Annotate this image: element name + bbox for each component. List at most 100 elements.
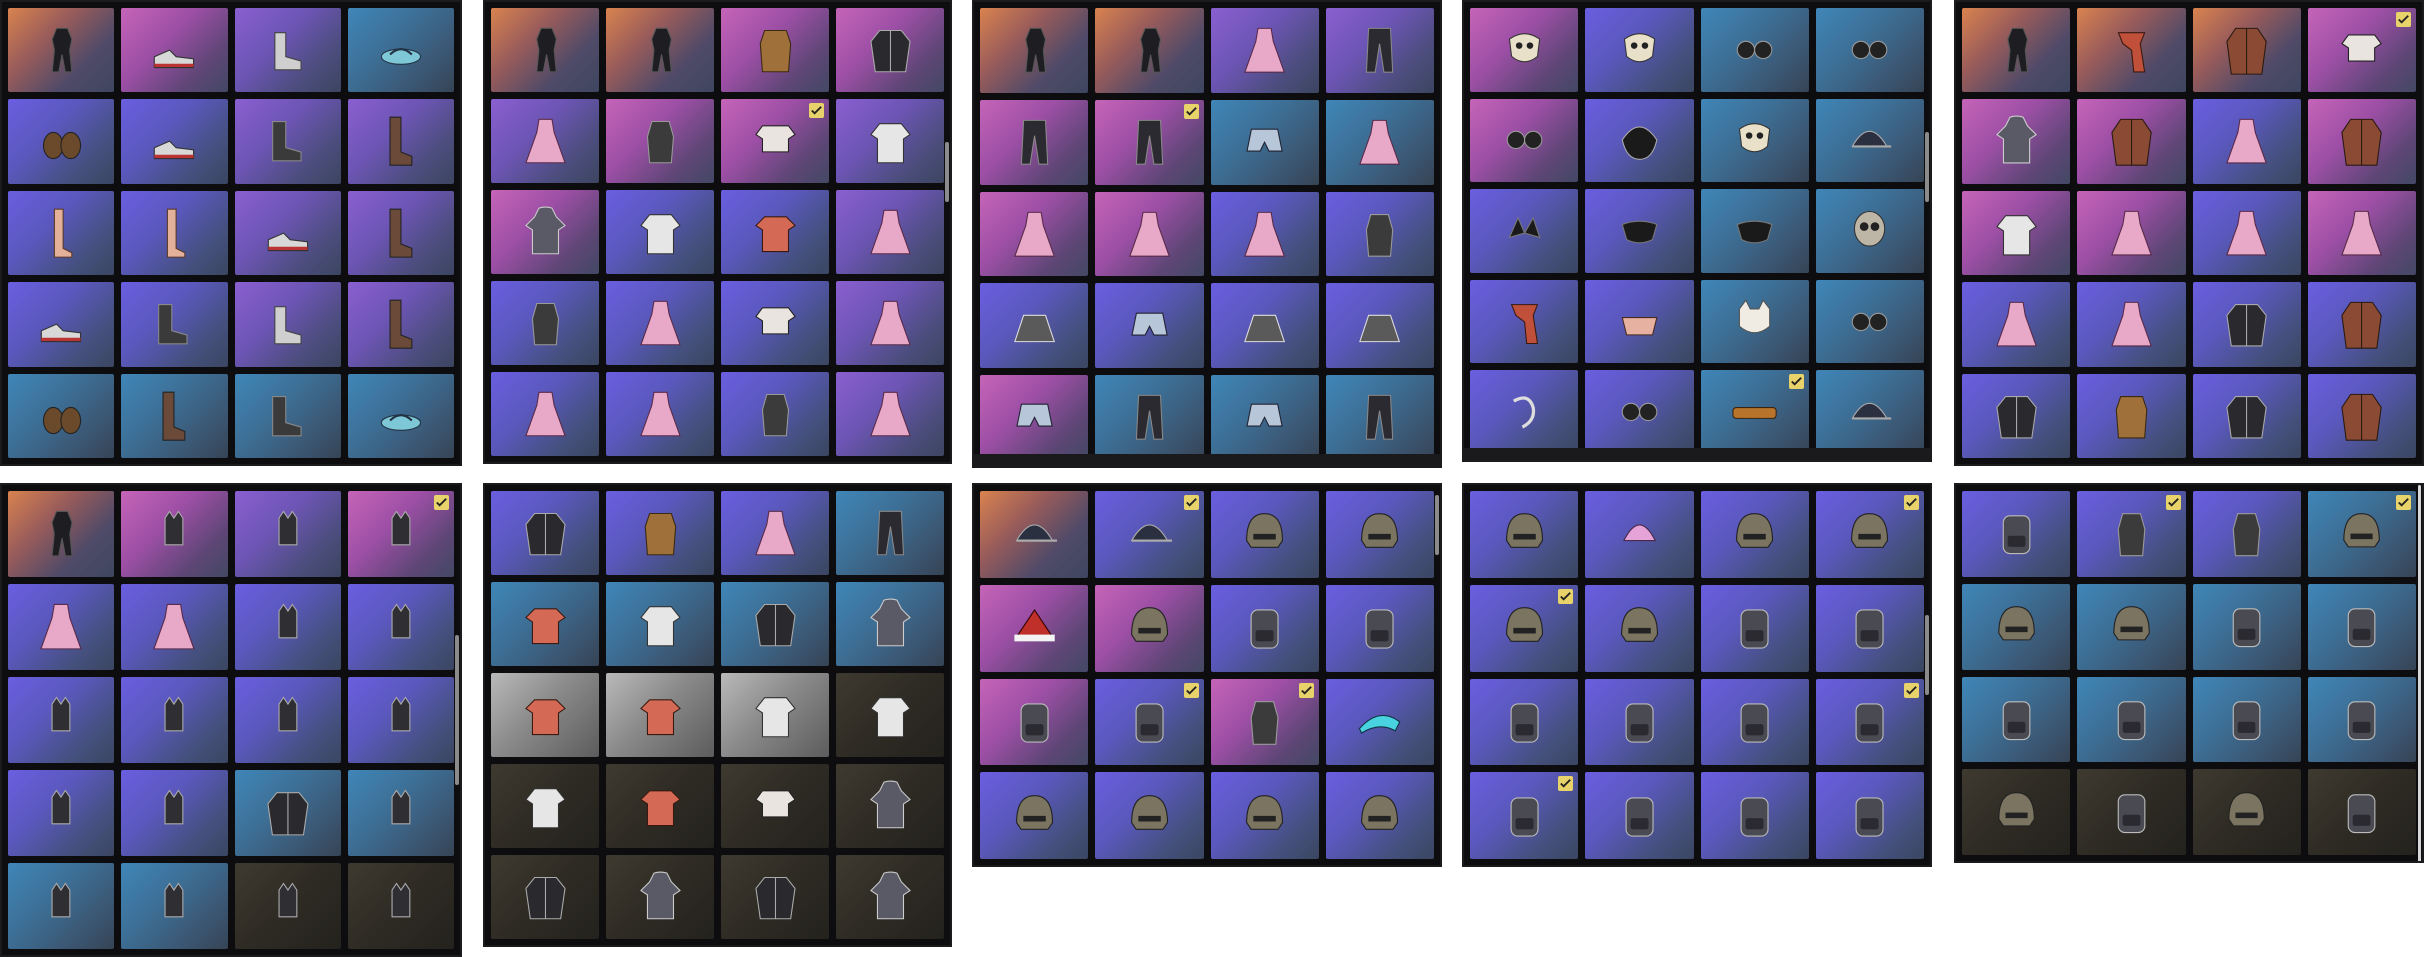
scrollbar[interactable]	[945, 142, 949, 202]
inventory-item[interactable]	[836, 855, 944, 939]
inventory-item[interactable]	[347, 8, 454, 93]
inventory-item[interactable]	[1470, 8, 1579, 92]
inventory-item[interactable]	[836, 673, 944, 757]
inventory-item[interactable]	[1585, 584, 1694, 672]
inventory-item[interactable]	[491, 99, 599, 183]
inventory-item[interactable]	[121, 677, 228, 763]
inventory-item[interactable]	[1700, 8, 1809, 92]
inventory-item[interactable]	[2307, 373, 2416, 458]
inventory-item[interactable]	[2307, 583, 2416, 670]
inventory-item[interactable]	[980, 772, 1089, 859]
inventory-item[interactable]	[491, 190, 599, 274]
inventory-item[interactable]	[234, 491, 341, 577]
inventory-item[interactable]	[234, 770, 341, 856]
inventory-item[interactable]	[980, 584, 1089, 672]
inventory-item[interactable]	[121, 863, 228, 949]
inventory-item[interactable]	[1585, 370, 1694, 454]
inventory-item[interactable]	[721, 372, 829, 456]
inventory-item[interactable]	[2192, 676, 2301, 763]
inventory-item[interactable]	[1210, 584, 1319, 672]
inventory-item[interactable]	[2077, 676, 2186, 763]
inventory-item[interactable]	[2077, 99, 2186, 184]
inventory-item[interactable]	[1962, 491, 2071, 577]
inventory-item[interactable]	[1095, 8, 1204, 93]
inventory-item[interactable]	[1700, 189, 1809, 273]
inventory-item[interactable]	[721, 491, 829, 575]
inventory-item[interactable]	[1585, 189, 1694, 273]
inventory-item[interactable]	[1095, 772, 1204, 859]
inventory-item[interactable]	[1210, 375, 1319, 460]
inventory-item[interactable]	[721, 764, 829, 848]
inventory-item[interactable]	[234, 584, 341, 670]
inventory-item[interactable]	[8, 190, 115, 276]
inventory-item[interactable]	[1962, 373, 2071, 458]
inventory-item[interactable]	[721, 281, 829, 365]
inventory-item[interactable]	[606, 491, 714, 575]
inventory-item[interactable]	[721, 190, 829, 274]
inventory-item[interactable]	[1470, 584, 1579, 672]
inventory-item[interactable]	[2077, 8, 2186, 93]
inventory-item[interactable]	[1962, 8, 2071, 93]
inventory-item[interactable]	[1325, 283, 1434, 369]
inventory-item[interactable]	[347, 770, 454, 856]
inventory-item[interactable]	[1962, 676, 2071, 763]
inventory-item[interactable]	[1585, 98, 1694, 183]
inventory-item[interactable]	[1210, 283, 1319, 369]
inventory-item[interactable]	[1470, 491, 1579, 578]
inventory-item[interactable]	[2077, 583, 2186, 670]
inventory-item[interactable]	[2077, 769, 2186, 855]
inventory-item[interactable]	[491, 372, 599, 456]
inventory-item[interactable]	[1210, 678, 1319, 766]
inventory-item[interactable]	[1585, 678, 1694, 766]
inventory-item[interactable]	[234, 99, 341, 184]
inventory-item[interactable]	[1962, 583, 2071, 670]
inventory-item[interactable]	[2307, 769, 2416, 855]
inventory-item[interactable]	[980, 678, 1089, 766]
inventory-item[interactable]	[1962, 769, 2071, 855]
scrollbar[interactable]	[1925, 615, 1929, 695]
inventory-item[interactable]	[606, 764, 714, 848]
inventory-item[interactable]	[2192, 769, 2301, 855]
inventory-item[interactable]	[8, 99, 115, 184]
inventory-item[interactable]	[2192, 8, 2301, 93]
inventory-item[interactable]	[2307, 282, 2416, 367]
inventory-item[interactable]	[836, 372, 944, 456]
inventory-item[interactable]	[1095, 283, 1204, 369]
inventory-item[interactable]	[8, 491, 115, 577]
inventory-item[interactable]	[721, 8, 829, 92]
inventory-item[interactable]	[2192, 373, 2301, 458]
inventory-item[interactable]	[721, 673, 829, 757]
inventory-item[interactable]	[606, 372, 714, 456]
inventory-item[interactable]	[1962, 190, 2071, 276]
inventory-item[interactable]	[836, 99, 944, 183]
inventory-item[interactable]	[721, 855, 829, 939]
inventory-item[interactable]	[1325, 491, 1434, 578]
inventory-item[interactable]	[1470, 772, 1579, 859]
scrollbar[interactable]	[1925, 132, 1929, 202]
inventory-item[interactable]	[1962, 282, 2071, 367]
inventory-item[interactable]	[8, 8, 115, 93]
inventory-item[interactable]	[1470, 189, 1579, 273]
inventory-item[interactable]	[2192, 99, 2301, 184]
inventory-item[interactable]	[491, 764, 599, 848]
inventory-item[interactable]	[1700, 491, 1809, 578]
inventory-item[interactable]	[721, 582, 829, 666]
scrollbar[interactable]	[455, 635, 459, 785]
inventory-item[interactable]	[1210, 191, 1319, 277]
inventory-item[interactable]	[836, 764, 944, 848]
inventory-item[interactable]	[1325, 191, 1434, 277]
inventory-item[interactable]	[1815, 370, 1924, 454]
inventory-item[interactable]	[606, 8, 714, 92]
inventory-item[interactable]	[2192, 491, 2301, 577]
inventory-item[interactable]	[121, 282, 228, 367]
inventory-item[interactable]	[980, 491, 1089, 578]
inventory-item[interactable]	[2077, 491, 2186, 577]
inventory-item[interactable]	[721, 99, 829, 183]
inventory-item[interactable]	[1815, 491, 1924, 578]
inventory-item[interactable]	[2307, 491, 2416, 577]
inventory-item[interactable]	[491, 582, 599, 666]
inventory-item[interactable]	[234, 677, 341, 763]
inventory-item[interactable]	[2307, 99, 2416, 184]
inventory-item[interactable]	[121, 190, 228, 276]
inventory-item[interactable]	[1095, 491, 1204, 578]
